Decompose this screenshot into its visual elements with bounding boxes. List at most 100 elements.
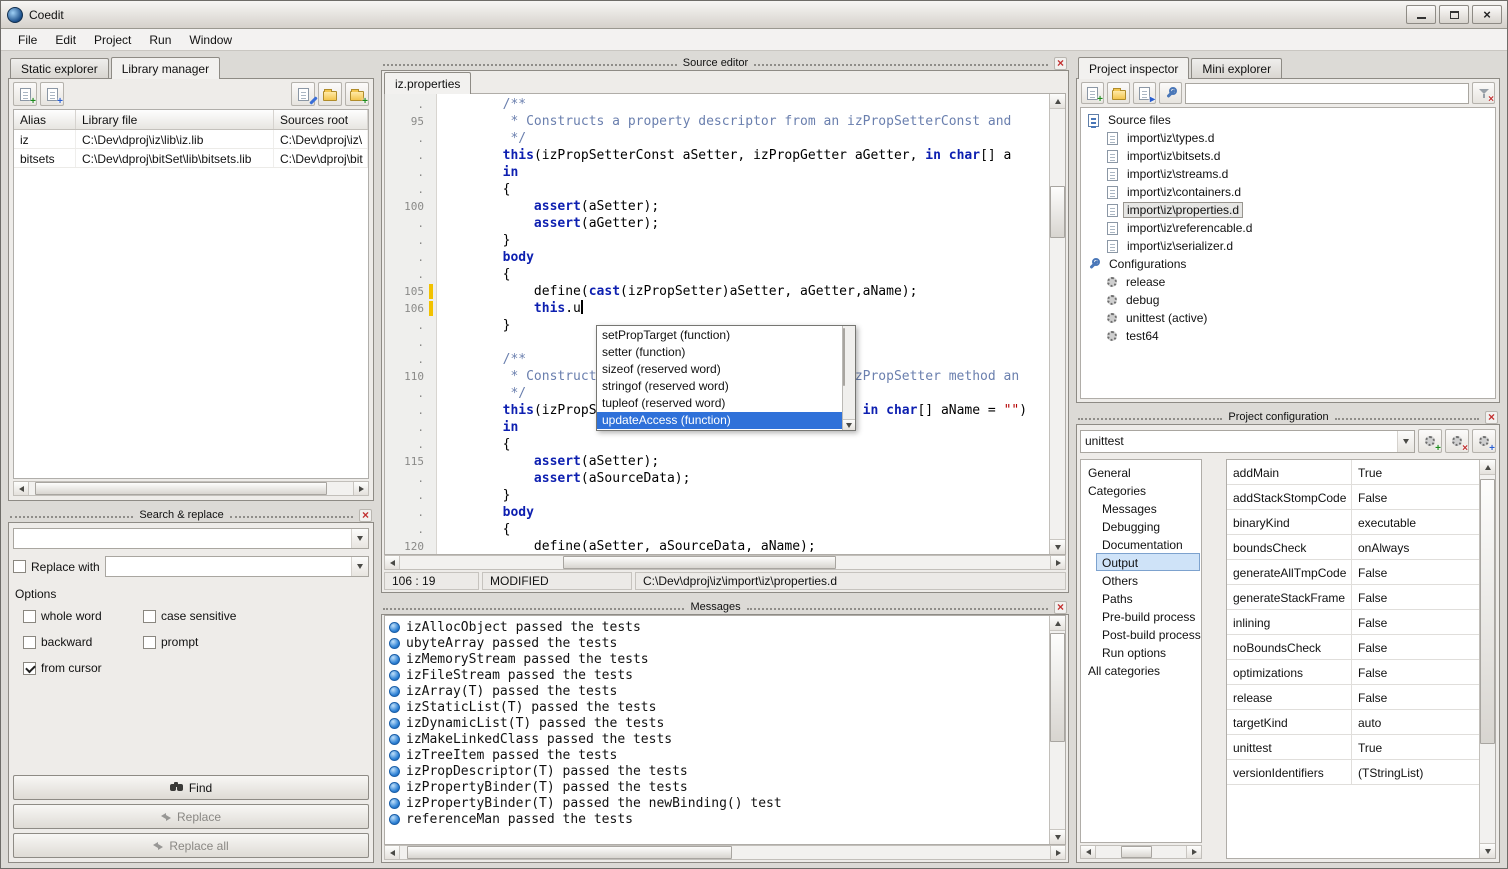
- maximize-button[interactable]: [1439, 5, 1469, 24]
- add-folder-button[interactable]: +: [345, 82, 369, 106]
- scroll-left-icon[interactable]: [385, 846, 400, 859]
- tree-item-file[interactable]: import\iz\properties.d: [1081, 201, 1495, 219]
- category-item[interactable]: Paths: [1096, 589, 1200, 607]
- category-item[interactable]: Messages: [1096, 499, 1200, 517]
- scroll-thumb[interactable]: [35, 482, 327, 495]
- code-line[interactable]: define(cast(izPropSetter)aSetter, aGette…: [440, 283, 1049, 300]
- property-row[interactable]: binaryKindexecutable: [1227, 510, 1479, 535]
- grip-dots[interactable]: [754, 64, 1048, 66]
- open-source-button[interactable]: [1107, 82, 1130, 104]
- open-library-folder-button[interactable]: [318, 82, 342, 106]
- code-line[interactable]: body: [440, 504, 1049, 521]
- messages-hscrollbar[interactable]: [384, 845, 1066, 860]
- category-item[interactable]: Run options: [1096, 643, 1200, 661]
- replace-with-checkbox[interactable]: [13, 560, 26, 573]
- dropdown-button[interactable]: [351, 529, 368, 548]
- editor-vscrollbar[interactable]: [1049, 94, 1065, 554]
- tree-item-file[interactable]: import\iz\types.d: [1081, 129, 1495, 147]
- close-button[interactable]: ×: [1472, 5, 1502, 24]
- grip-dots[interactable]: [230, 516, 353, 518]
- message-item[interactable]: izStaticList(T) passed the tests: [389, 699, 1047, 715]
- editor-hscrollbar[interactable]: [384, 555, 1066, 570]
- scroll-right-icon[interactable]: [1050, 846, 1065, 859]
- close-project-configuration-button[interactable]: ×: [1485, 411, 1498, 424]
- code-line[interactable]: in: [440, 164, 1049, 181]
- replace-with-combobox[interactable]: [105, 556, 369, 577]
- property-row[interactable]: boundsCheckonAlways: [1227, 535, 1479, 560]
- category-item[interactable]: All categories: [1082, 661, 1200, 679]
- table-column-header[interactable]: Sources root: [274, 110, 368, 129]
- message-item[interactable]: izPropertyBinder(T) passed the newBindin…: [389, 795, 1047, 811]
- category-item[interactable]: General: [1082, 463, 1200, 481]
- menu-item-window[interactable]: Window: [180, 29, 241, 50]
- grip-dots[interactable]: [1078, 418, 1222, 420]
- code-line[interactable]: this(izPropSetterConst aSetter, izPropGe…: [440, 147, 1049, 164]
- tab-static-explorer[interactable]: Static explorer: [10, 58, 109, 78]
- scroll-up-icon[interactable]: [1480, 460, 1495, 475]
- filter-button[interactable]: ×: [1472, 82, 1495, 104]
- grip-dots[interactable]: [1335, 418, 1479, 420]
- scroll-down-icon[interactable]: [843, 419, 855, 430]
- completion-item[interactable]: tupleof (reserved word): [597, 395, 842, 412]
- properties-vscrollbar[interactable]: [1479, 460, 1495, 858]
- code-line[interactable]: assert(aGetter);: [440, 215, 1049, 232]
- code-line[interactable]: this.u: [440, 300, 1049, 317]
- tree-item-file[interactable]: import\iz\bitsets.d: [1081, 147, 1495, 165]
- completion-item[interactable]: setPropTarget (function): [597, 327, 842, 344]
- category-item[interactable]: Debugging: [1096, 517, 1200, 535]
- property-row[interactable]: targetKindauto: [1227, 710, 1479, 735]
- tree-item-config[interactable]: unittest (active): [1081, 309, 1495, 327]
- property-row[interactable]: noBoundsCheckFalse: [1227, 635, 1479, 660]
- scroll-left-icon[interactable]: [14, 482, 29, 495]
- library-hscrollbar[interactable]: [13, 481, 369, 496]
- checkbox-whole-word[interactable]: whole word: [23, 609, 143, 623]
- close-search-panel-button[interactable]: ×: [359, 509, 372, 522]
- tools-button[interactable]: [1159, 82, 1182, 104]
- scroll-thumb[interactable]: [1050, 633, 1065, 742]
- table-row[interactable]: izC:\Dev\dproj\iz\lib\iz.libC:\Dev\dproj…: [14, 130, 368, 149]
- remove-configuration-button[interactable]: ×: [1445, 429, 1469, 453]
- property-row[interactable]: unittestTrue: [1227, 735, 1479, 760]
- tree-item-config[interactable]: test64: [1081, 327, 1495, 345]
- scroll-down-icon[interactable]: [1050, 539, 1065, 554]
- checkbox-prompt[interactable]: prompt: [143, 635, 369, 649]
- tab-iz-properties[interactable]: iz.properties: [384, 72, 471, 94]
- scroll-left-icon[interactable]: [385, 556, 400, 569]
- checkbox-from-cursor[interactable]: from cursor: [23, 661, 143, 675]
- property-row[interactable]: addStackStompCodeFalse: [1227, 485, 1479, 510]
- edit-library-button[interactable]: [291, 82, 315, 106]
- message-item[interactable]: izAllocObject passed the tests: [389, 619, 1047, 635]
- dropdown-button[interactable]: [351, 557, 368, 576]
- table-column-header[interactable]: Library file: [76, 110, 274, 129]
- tab-library-manager[interactable]: Library manager: [111, 57, 220, 79]
- tree-item-file[interactable]: import\iz\containers.d: [1081, 183, 1495, 201]
- checkbox-case-sensitive[interactable]: case sensitive: [143, 609, 369, 623]
- scroll-thumb[interactable]: [407, 846, 732, 859]
- tree-item-config[interactable]: debug: [1081, 291, 1495, 309]
- property-row[interactable]: optimizationsFalse: [1227, 660, 1479, 685]
- configuration-combobox[interactable]: unittest: [1080, 430, 1415, 453]
- property-row[interactable]: inliningFalse: [1227, 610, 1479, 635]
- search-term-combobox[interactable]: [13, 528, 369, 549]
- menu-item-run[interactable]: Run: [140, 29, 180, 50]
- menu-item-file[interactable]: File: [9, 29, 46, 50]
- message-item[interactable]: izDynamicList(T) passed the tests: [389, 715, 1047, 731]
- messages-vscrollbar[interactable]: [1049, 616, 1065, 844]
- property-row[interactable]: generateStackFrameFalse: [1227, 585, 1479, 610]
- grip-dots[interactable]: [10, 516, 133, 518]
- inspector-filter-input[interactable]: [1185, 83, 1469, 104]
- tree-item-config[interactable]: release: [1081, 273, 1495, 291]
- scroll-right-icon[interactable]: [353, 482, 368, 495]
- tree-item-file[interactable]: import\iz\streams.d: [1081, 165, 1495, 183]
- menu-item-edit[interactable]: Edit: [46, 29, 85, 50]
- add-source-button[interactable]: +: [1081, 82, 1104, 104]
- scroll-thumb[interactable]: [1121, 846, 1152, 858]
- completion-item[interactable]: stringof (reserved word): [597, 378, 842, 395]
- completion-scrollbar[interactable]: [842, 326, 855, 430]
- category-item[interactable]: Documentation: [1096, 535, 1200, 553]
- grip-dots[interactable]: [383, 608, 684, 610]
- property-row[interactable]: generateAllTmpCodeFalse: [1227, 560, 1479, 585]
- message-item[interactable]: izMakeLinkedClass passed the tests: [389, 731, 1047, 747]
- code-line[interactable]: {: [440, 266, 1049, 283]
- code-line[interactable]: body: [440, 249, 1049, 266]
